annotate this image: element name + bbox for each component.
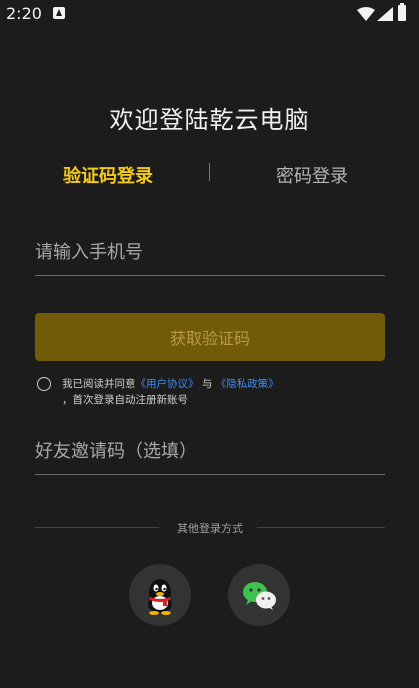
cellular-signal-icon [377, 7, 393, 21]
agreement-prefix: 我已阅读并同意 [62, 378, 136, 390]
invite-code-input[interactable] [35, 432, 385, 470]
phone-input-row [35, 233, 385, 276]
other-login-divider: 其他登录方式 [35, 520, 385, 535]
wifi-icon [357, 7, 375, 21]
agreement-radio[interactable] [37, 377, 51, 391]
agreement-and: 与 [201, 378, 213, 390]
status-bar: 2:20 [0, 0, 419, 28]
battery-icon [398, 3, 406, 21]
qq-login-button[interactable] [129, 564, 191, 626]
page-title: 欢迎登陆乾云电脑 [109, 106, 310, 134]
invite-input-row [35, 432, 385, 475]
qq-icon [148, 579, 172, 615]
divider-line-right [257, 527, 385, 528]
wechat-icon [243, 582, 276, 610]
status-time: 2:20 [6, 4, 42, 23]
privacy-policy-link[interactable]: 《隐私政策》 [216, 378, 279, 390]
other-login-label: 其他登录方式 [177, 522, 243, 535]
phone-input[interactable] [35, 233, 385, 271]
get-code-button[interactable]: 获取验证码 [35, 313, 385, 361]
agreement-text: 我已阅读并同意《用户协议》 与 《隐私政策》 ，首次登录自动注册新账号 [62, 376, 362, 408]
tab-sms-login[interactable]: 验证码登录 [63, 162, 153, 188]
tab-password-login[interactable]: 密码登录 [276, 162, 348, 188]
wechat-login-button[interactable] [228, 564, 290, 626]
tab-divider [209, 163, 210, 181]
user-agreement-link[interactable]: 《用户协议》 [136, 378, 199, 390]
agreement-suffix: ，首次登录自动注册新账号 [62, 394, 188, 406]
notification-icon [53, 7, 65, 19]
